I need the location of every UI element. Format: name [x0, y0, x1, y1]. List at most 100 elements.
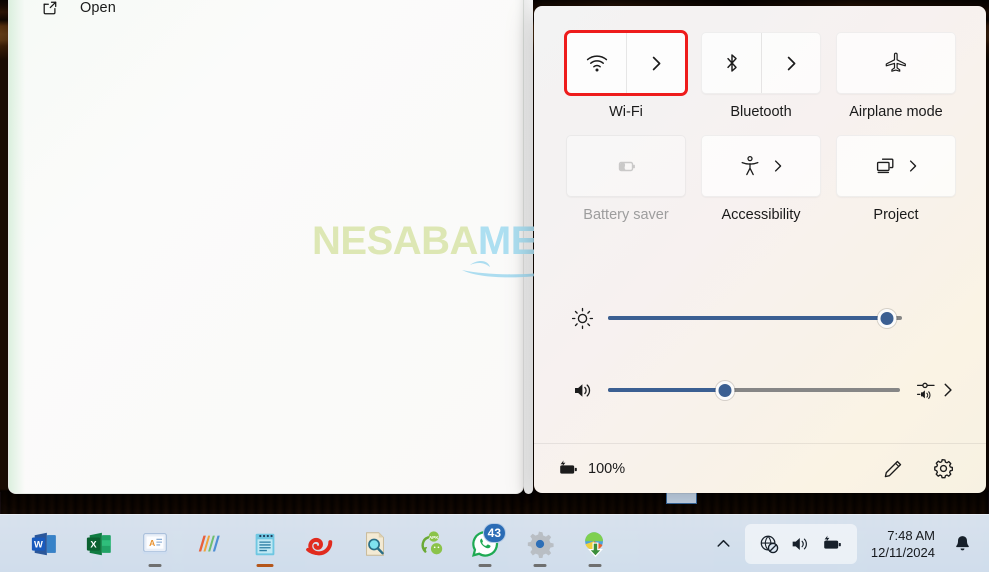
- snail-app-icon: [305, 537, 332, 555]
- bluetooth-toggle-button[interactable]: [702, 33, 762, 93]
- taskbar-app-list: W X A APK 43: [17, 519, 622, 569]
- taskbar-app-download-manager[interactable]: [567, 519, 622, 569]
- project-tile[interactable]: [836, 135, 956, 197]
- wifi-tile-label: Wi-Fi: [609, 104, 643, 120]
- bluetooth-tile[interactable]: [701, 32, 821, 94]
- foreground-window: Open: [8, 0, 524, 494]
- battery-charging-icon: [560, 459, 577, 474]
- battery-saver-tile[interactable]: [566, 135, 686, 197]
- tray-overflow-button[interactable]: [707, 524, 741, 564]
- project-toggle-button[interactable]: [837, 136, 902, 196]
- quick-settings-sliders: [534, 282, 986, 426]
- quick-setting-battery-saver: Battery saver: [566, 135, 686, 223]
- battery-charging-icon: [824, 535, 841, 549]
- tray-icon-group[interactable]: [744, 523, 857, 564]
- context-menu-item-label: Open: [80, 0, 116, 16]
- clock-time: 7:48 AM: [887, 527, 935, 543]
- volume-slider-thumb[interactable]: [715, 380, 735, 400]
- chevron-right-icon: [774, 160, 781, 172]
- battery-saver-tile-label: Battery saver: [583, 207, 669, 223]
- settings-gear-app-icon: [527, 530, 554, 558]
- android-converter-icon: APK: [420, 530, 442, 554]
- project-expand-button[interactable]: [902, 136, 956, 196]
- taskbar-app-whatsapp[interactable]: 43: [457, 519, 512, 569]
- brightness-slider-fill: [608, 316, 888, 320]
- stripes-app-icon: [198, 535, 220, 551]
- chevron-up-icon: [717, 539, 730, 547]
- quick-setting-wifi: Wi-Fi: [564, 30, 688, 120]
- notepad-icon: [255, 533, 274, 555]
- quick-setting-accessibility: Accessibility: [701, 135, 821, 223]
- window-edge-strip: [524, 0, 533, 494]
- taskbar-system-tray: 7:48 AM 12/11/2024: [707, 519, 979, 569]
- taskbar-app-android-converter[interactable]: APK: [402, 519, 457, 569]
- clock-date: 12/11/2024: [870, 544, 935, 560]
- accessibility-tile-label: Accessibility: [721, 207, 801, 223]
- volume-slider-row: [534, 354, 986, 426]
- whatsapp-unread-badge: 43: [482, 522, 506, 543]
- volume-slider-fill: [608, 388, 725, 392]
- taskbar-app-excel[interactable]: X: [72, 519, 127, 569]
- svg-text:A: A: [149, 537, 155, 547]
- chevron-right-icon: [944, 383, 952, 397]
- speaker-icon: [792, 537, 807, 550]
- brightness-slider[interactable]: [608, 307, 902, 329]
- open-external-icon: [41, 0, 59, 17]
- quick-setting-airplane-mode: Airplane mode: [836, 32, 956, 120]
- screen: Open NESABAMEDIA: [0, 0, 989, 572]
- chevron-right-icon: [909, 160, 916, 172]
- svg-text:W: W: [34, 539, 43, 549]
- battery-percentage: 100%: [588, 460, 626, 477]
- volume-slider[interactable]: [608, 379, 900, 401]
- wifi-tile[interactable]: [564, 30, 688, 96]
- taskbar-app-snail[interactable]: [292, 519, 347, 569]
- project-icon: [876, 158, 893, 174]
- quick-settings-tile-grid: Wi-Fi Bluetooth Airplane mode Battery sa…: [564, 30, 956, 223]
- battery-saver-toggle-button[interactable]: [567, 136, 685, 196]
- brightness-slider-row: [534, 282, 986, 354]
- word-icon: W: [31, 532, 56, 555]
- quick-setting-project: Project: [836, 135, 956, 223]
- network-disconnected-icon: [760, 534, 779, 553]
- bell-icon: [955, 536, 969, 551]
- volume-icon[interactable]: [564, 379, 600, 402]
- airplane-mode-tile-label: Airplane mode: [849, 104, 943, 120]
- document-search-icon: [365, 531, 384, 556]
- battery-status: 100%: [556, 457, 625, 481]
- taskbar-app-settings[interactable]: [512, 519, 567, 569]
- taskbar-clock[interactable]: 7:48 AM 12/11/2024: [871, 527, 935, 561]
- context-menu-item-open[interactable]: Open: [41, 0, 116, 20]
- open-settings-button[interactable]: [926, 452, 960, 486]
- bluetooth-icon: [726, 54, 737, 72]
- accessibility-icon: [741, 155, 758, 176]
- accessibility-tile[interactable]: [701, 135, 821, 197]
- wifi-toggle-button[interactable]: [567, 33, 627, 93]
- airplane-mode-toggle-button[interactable]: [837, 33, 955, 93]
- audio-output-controls[interactable]: [914, 378, 956, 402]
- wifi-icon: [586, 55, 607, 72]
- bluetooth-expand-button[interactable]: [762, 33, 820, 93]
- accessibility-expand-button[interactable]: [767, 136, 821, 196]
- chevron-right-icon: [652, 56, 660, 70]
- taskbar-app-document-search[interactable]: [347, 519, 402, 569]
- battery-saver-icon: [618, 161, 635, 172]
- taskbar-app-notepad[interactable]: [237, 519, 292, 569]
- excel-icon: X: [86, 532, 111, 555]
- project-tile-label: Project: [873, 207, 919, 223]
- wifi-expand-button[interactable]: [627, 33, 685, 93]
- brightness-icon: [564, 306, 600, 331]
- taskbar-app-wps-writer[interactable]: A: [127, 519, 182, 569]
- brightness-slider-thumb[interactable]: [877, 308, 897, 328]
- chevron-right-icon: [787, 56, 795, 70]
- taskbar-app-word[interactable]: W: [17, 519, 72, 569]
- download-manager-icon: [584, 531, 603, 557]
- pencil-icon: [884, 460, 902, 477]
- taskbar-app-stripes[interactable]: [182, 519, 237, 569]
- wps-writer-icon: A: [141, 532, 168, 554]
- edit-quick-settings-button[interactable]: [876, 452, 910, 486]
- audio-output-selector-icon: [916, 382, 935, 400]
- accessibility-toggle-button[interactable]: [702, 136, 767, 196]
- airplane-mode-tile[interactable]: [836, 32, 956, 94]
- notification-center-button[interactable]: [945, 524, 979, 564]
- taskbar: W X A APK 43 7:48 AM 12/11/2024: [0, 514, 989, 572]
